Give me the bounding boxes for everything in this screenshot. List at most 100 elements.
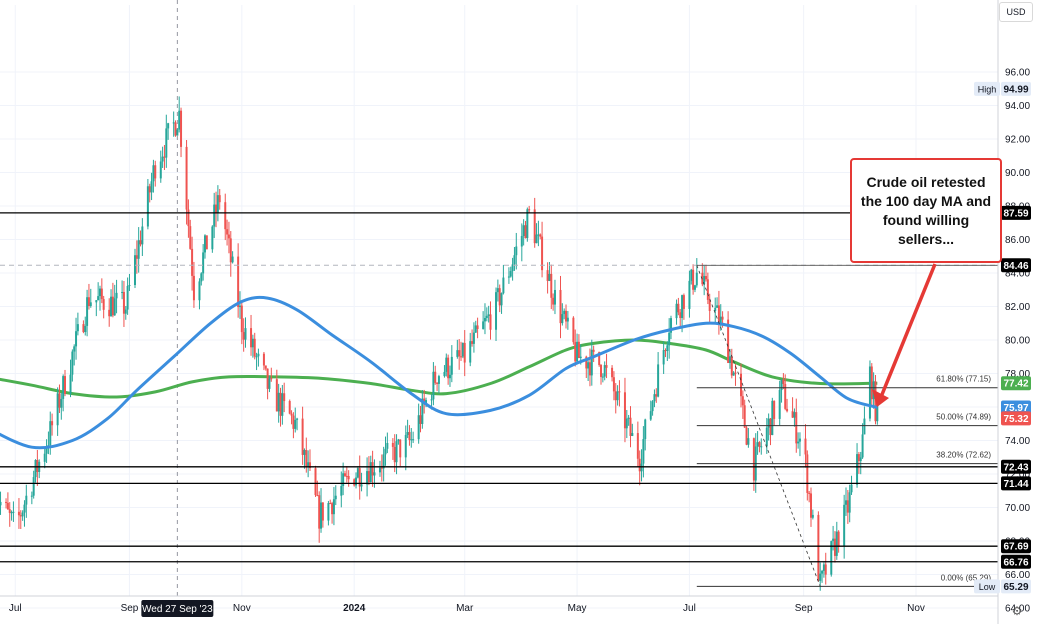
currency-selector[interactable]: USD: [999, 2, 1033, 22]
fibonacci-retracement: 61.80% (77.15) 50.00% (74.89) 38.20% (72.6…: [696, 264, 998, 587]
candle-down: [215, 204, 218, 213]
candle-down: [343, 473, 346, 476]
settings-gear-icon[interactable]: ⚙: [1009, 603, 1025, 619]
candle-up: [859, 457, 862, 462]
candle-down: [292, 415, 295, 429]
candle-down: [345, 475, 348, 477]
candle-down: [187, 209, 190, 227]
candle-down: [447, 357, 450, 379]
candle-up: [360, 484, 363, 487]
crosshair-date-label: Wed 27 Sep '23: [142, 604, 213, 615]
candle-up: [651, 401, 654, 412]
candle-down: [224, 202, 227, 230]
candle-up: [535, 234, 538, 244]
candle-down: [600, 364, 603, 377]
candle-down: [314, 468, 317, 496]
candle-up: [793, 412, 796, 418]
candle-up: [62, 376, 65, 399]
candle-up: [821, 570, 824, 574]
candle-down: [391, 442, 394, 447]
candle-up: [843, 504, 846, 547]
candle-down: [795, 412, 798, 444]
candle-up: [644, 419, 647, 440]
candle-up: [579, 356, 582, 358]
candle-up: [522, 225, 525, 236]
candle-up: [832, 538, 835, 542]
candle-up: [71, 351, 74, 375]
y-tick-label: 74.00: [1005, 436, 1030, 447]
candle-down: [740, 373, 743, 397]
y-tick-label: 82.00: [1005, 302, 1030, 313]
candle-down: [353, 479, 356, 486]
candle-up: [231, 256, 234, 263]
candle-down: [782, 379, 785, 384]
candle-up: [472, 332, 475, 344]
candle-down: [730, 356, 733, 376]
candle-up: [668, 332, 671, 346]
candle-down: [237, 256, 240, 308]
candle-up: [587, 362, 590, 369]
candle-up: [251, 338, 254, 348]
candle-up: [172, 122, 175, 124]
candle-down: [331, 503, 334, 515]
price-badge-label: 66.76: [1003, 557, 1028, 568]
candle-up: [474, 325, 477, 333]
candle-up: [303, 449, 306, 455]
candle-down: [677, 303, 680, 313]
candle-up: [756, 442, 759, 447]
candle-up: [406, 432, 409, 435]
candle-up: [165, 128, 168, 158]
candle-up: [384, 448, 387, 455]
candle-up: [603, 365, 606, 377]
candle-up: [10, 512, 13, 514]
candle-up: [526, 209, 529, 239]
candle-down: [347, 475, 350, 480]
candle-up: [666, 345, 669, 351]
candle-down: [629, 417, 632, 436]
candle-down: [270, 378, 273, 380]
candle-up: [334, 495, 337, 500]
candle-up: [244, 328, 247, 340]
candle-up: [95, 300, 98, 303]
candle-down: [679, 312, 682, 319]
candle-down: [100, 288, 103, 300]
price-chart[interactable]: 61.80% (77.15) 50.00% (74.89) 38.20% (72.6…: [0, 0, 1039, 624]
candle-up: [34, 459, 37, 478]
candle-up: [485, 315, 488, 319]
price-badge-prefix: Low: [979, 582, 996, 592]
candle-up: [487, 314, 490, 316]
candle-down: [806, 454, 809, 493]
candle-up: [563, 310, 566, 315]
y-tick-label: 80.00: [1005, 336, 1030, 347]
candle-up: [86, 297, 89, 326]
candle-up: [500, 293, 503, 306]
candle-up: [73, 346, 76, 352]
candle-down: [111, 296, 114, 316]
candle-down: [588, 362, 591, 376]
candle-down: [321, 502, 324, 521]
candle-down: [266, 368, 269, 389]
y-tick-label: 94.00: [1005, 101, 1030, 112]
candle-up: [397, 439, 400, 442]
candle-down: [316, 495, 319, 497]
candle-up: [856, 454, 859, 485]
candle-down: [227, 234, 230, 239]
fib-level-label: 50.00% (74.89): [936, 413, 991, 422]
candle-up: [728, 356, 731, 364]
candle-up: [445, 357, 448, 372]
candle-up: [378, 467, 381, 473]
candle-up: [12, 511, 15, 513]
candle-down: [275, 379, 278, 412]
candle-up: [868, 366, 871, 419]
candle-down: [82, 324, 85, 333]
candle-up: [822, 564, 825, 571]
candle-down: [743, 405, 746, 428]
candle-down: [290, 413, 293, 416]
candle-up: [307, 462, 310, 467]
candle-down: [741, 396, 744, 406]
candle-down: [682, 295, 685, 309]
candle-up: [657, 364, 660, 397]
candle-up: [631, 433, 634, 436]
candle-down: [524, 225, 527, 239]
candle-down: [786, 408, 789, 412]
